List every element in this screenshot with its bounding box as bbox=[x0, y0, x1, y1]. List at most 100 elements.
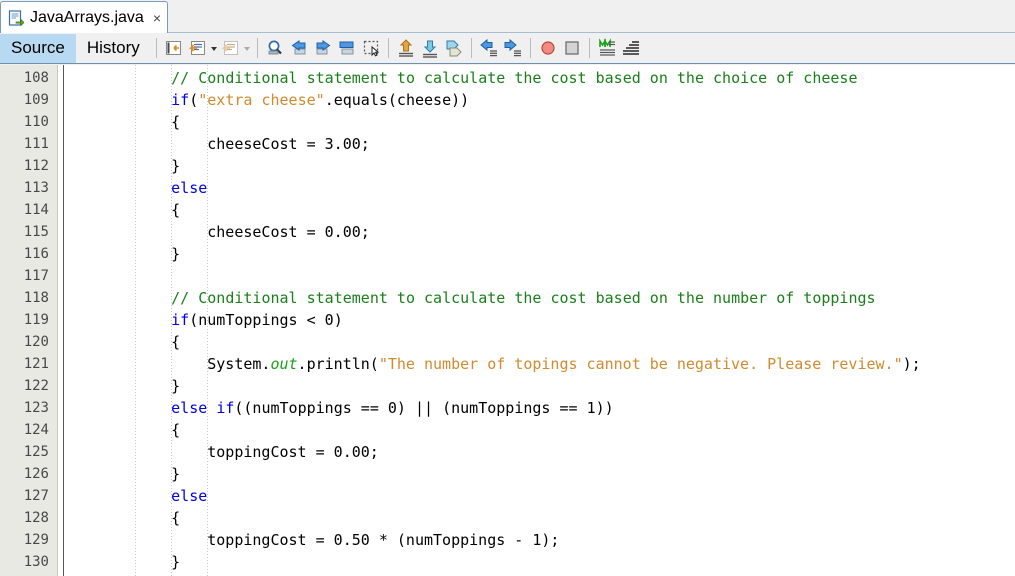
editor-tab-label: JavaArrays.java bbox=[30, 8, 144, 26]
line-number: 121 bbox=[23, 356, 49, 372]
find-next-icon[interactable] bbox=[312, 37, 334, 59]
tab-history-label: History bbox=[86, 38, 140, 57]
code-token-pln: { bbox=[171, 201, 181, 219]
code-line[interactable]: if("extra cheese".equals(cheese)) bbox=[171, 89, 469, 111]
code-token-kw: else bbox=[171, 487, 208, 505]
editor-toolbar: Source History bbox=[0, 33, 1015, 64]
toggle-rectangular-selection-icon[interactable] bbox=[360, 37, 382, 59]
code-line[interactable]: { bbox=[171, 507, 180, 529]
shift-line-left-icon[interactable] bbox=[478, 37, 500, 59]
code-token-kw: if bbox=[216, 399, 235, 417]
tab-source-label: Source bbox=[11, 38, 65, 57]
line-number: 111 bbox=[23, 136, 49, 152]
toolbar-separator-2 bbox=[256, 38, 258, 58]
java-file-icon bbox=[8, 9, 25, 26]
line-number: 122 bbox=[23, 378, 49, 394]
inspect-hierarchy-icon[interactable] bbox=[620, 37, 642, 59]
line-number: 116 bbox=[23, 246, 49, 262]
code-token-pln: { bbox=[171, 333, 181, 351]
next-bookmark-nav-icon[interactable] bbox=[419, 37, 441, 59]
toggle-breakpoint-icon[interactable] bbox=[537, 37, 559, 59]
line-number: 108 bbox=[23, 70, 49, 86]
code-line[interactable]: } bbox=[171, 243, 180, 265]
code-line[interactable]: // Conditional statement to calculate th… bbox=[171, 287, 875, 309]
code-token-cmt: // Conditional statement to calculate th… bbox=[171, 289, 876, 307]
code-token-pln: ((numToppings == 0) || (numToppings == 1… bbox=[234, 399, 614, 417]
toggle-bookmark-icon[interactable] bbox=[187, 37, 209, 59]
last-edit-icon[interactable] bbox=[163, 37, 185, 59]
code-token-pln: (numToppings < 0) bbox=[189, 311, 343, 329]
previous-bookmark-nav-icon[interactable] bbox=[395, 37, 417, 59]
toolbar-separator-1 bbox=[155, 38, 157, 58]
code-token-pln: toppingCost = 0.50 * (numToppings - 1); bbox=[207, 531, 560, 549]
code-line[interactable]: toppingCost = 0.00; bbox=[207, 441, 379, 463]
line-number: 113 bbox=[23, 180, 49, 196]
toggle-highlight-icon[interactable] bbox=[336, 37, 358, 59]
code-line[interactable]: } bbox=[171, 463, 180, 485]
code-line[interactable]: // Conditional statement to calculate th… bbox=[171, 67, 857, 89]
code-line[interactable]: toppingCost = 0.50 * (numToppings - 1); bbox=[207, 529, 559, 551]
line-number: 119 bbox=[23, 312, 49, 328]
code-token-pln: System. bbox=[207, 355, 271, 373]
code-editor[interactable]: 108 109 110 111 112 113 114 115 116 117 118 119 120 1… bbox=[0, 65, 1015, 576]
code-token-pln: .equals(cheese)) bbox=[324, 91, 470, 109]
code-token-pln: ( bbox=[189, 91, 199, 109]
code-token-pln: } bbox=[171, 245, 181, 263]
code-token-pln: { bbox=[171, 509, 181, 527]
line-number: 117 bbox=[23, 268, 49, 284]
code-line[interactable]: System.out.println("The number of toping… bbox=[207, 353, 920, 375]
code-token-kw: if bbox=[171, 311, 190, 329]
previous-bookmark-icon[interactable] bbox=[220, 37, 242, 59]
code-token-pln: .println( bbox=[297, 355, 379, 373]
code-token-fld: out bbox=[270, 355, 298, 373]
find-previous-icon[interactable] bbox=[288, 37, 310, 59]
line-number: 112 bbox=[23, 158, 49, 174]
code-token-pln: } bbox=[171, 553, 181, 571]
line-number: 109 bbox=[23, 92, 49, 108]
code-line[interactable]: else if((numToppings == 0) || (numToppin… bbox=[171, 397, 614, 419]
line-number: 115 bbox=[23, 224, 49, 240]
code-line[interactable]: if(numToppings < 0) bbox=[171, 309, 343, 331]
close-icon[interactable]: × bbox=[153, 11, 161, 25]
code-token-pln: } bbox=[171, 465, 181, 483]
code-line[interactable]: } bbox=[171, 375, 180, 397]
shift-line-right-icon[interactable] bbox=[502, 37, 524, 59]
line-number: 130 bbox=[23, 554, 49, 570]
code-line[interactable]: } bbox=[171, 155, 180, 177]
code-line[interactable]: cheeseCost = 0.00; bbox=[207, 221, 370, 243]
stop-icon[interactable] bbox=[561, 37, 583, 59]
code-token-pln: cheeseCost = 3.00; bbox=[207, 135, 370, 153]
code-text-area[interactable]: // Conditional statement to calculate th… bbox=[64, 65, 1015, 576]
code-token-pln: } bbox=[171, 157, 181, 175]
tab-source[interactable]: Source bbox=[0, 33, 76, 63]
code-token-pln: { bbox=[171, 421, 181, 439]
tab-history[interactable]: History bbox=[76, 34, 151, 63]
line-number: 114 bbox=[23, 202, 49, 218]
code-line[interactable]: { bbox=[171, 199, 180, 221]
toggle-bookmark-nav-icon[interactable] bbox=[443, 37, 465, 59]
code-line[interactable]: else bbox=[171, 485, 207, 507]
toolbar-separator-5 bbox=[529, 38, 531, 58]
code-line[interactable]: else bbox=[171, 177, 207, 199]
bookmark-dropdown-arrow-2-icon[interactable] bbox=[243, 37, 252, 59]
line-number: 124 bbox=[23, 422, 49, 438]
line-number: 123 bbox=[23, 400, 49, 416]
toolbar-separator-4 bbox=[470, 38, 472, 58]
code-line[interactable]: cheeseCost = 3.00; bbox=[207, 133, 370, 155]
editor-tab-javaarrays[interactable]: JavaArrays.java × bbox=[0, 1, 168, 33]
inspect-members-icon[interactable] bbox=[596, 37, 618, 59]
editor-tab-strip: JavaArrays.java × bbox=[0, 0, 1015, 33]
code-token-str: "The number of topings cannot be negativ… bbox=[378, 355, 903, 373]
bookmark-dropdown-arrow-icon[interactable] bbox=[210, 37, 219, 59]
code-token-pln: toppingCost = 0.00; bbox=[207, 443, 379, 461]
code-line[interactable]: } bbox=[171, 551, 180, 573]
code-line[interactable]: { bbox=[171, 419, 180, 441]
line-number: 118 bbox=[23, 290, 49, 306]
code-line[interactable]: { bbox=[171, 331, 180, 353]
toolbar-separator-3 bbox=[387, 38, 389, 58]
indent-guide bbox=[135, 65, 137, 576]
code-line[interactable]: { bbox=[171, 111, 180, 133]
code-token-pln: ); bbox=[902, 355, 921, 373]
find-selection-icon[interactable] bbox=[264, 37, 286, 59]
line-number: 120 bbox=[23, 334, 49, 350]
